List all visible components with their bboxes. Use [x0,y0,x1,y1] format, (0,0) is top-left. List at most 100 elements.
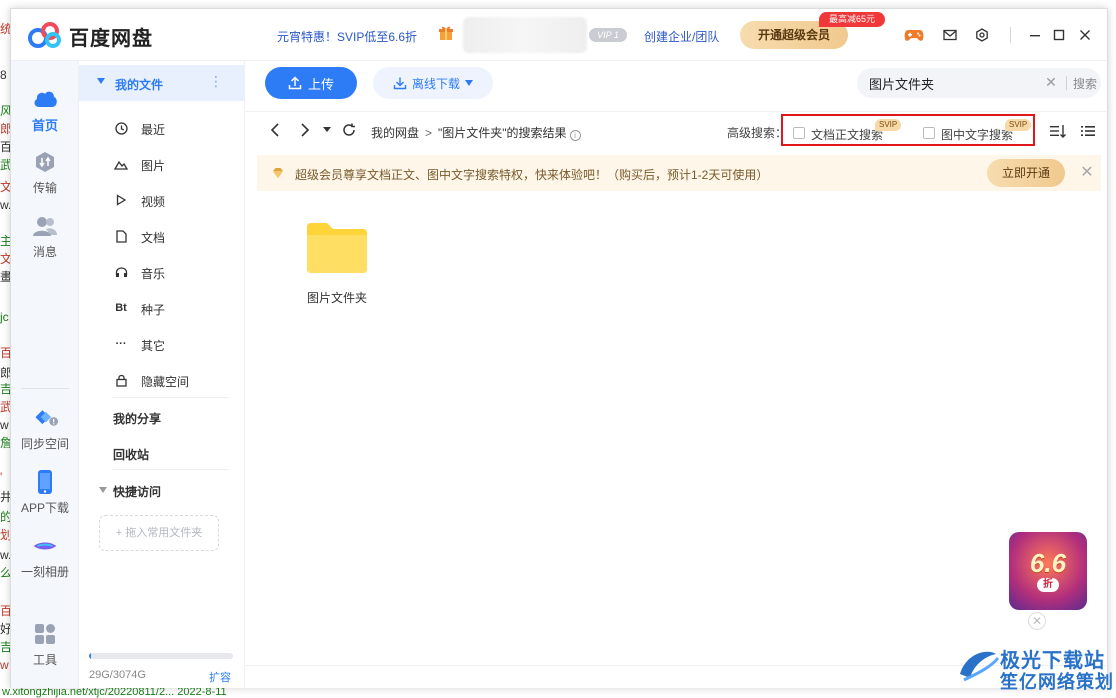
offline-download-label: 离线下载 [411,76,460,91]
expand-storage-link[interactable]: 扩容 [209,669,231,685]
upload-icon [288,76,302,90]
open-now-button[interactable]: 立即开通 [987,159,1065,187]
breadcrumb-root[interactable]: 我的网盘 [371,126,419,140]
file-category-sidebar: 我的文件 ⋮ 最近 图片 视频 文档 音乐 Bt 种子 ··· 其它 隐藏空间 … [79,61,245,688]
nav-sync-space[interactable]: 同步空间 [11,405,79,452]
svip-discount-badge: 最高减65元 [819,12,885,27]
info-icon[interactable]: i [569,130,581,141]
sidebar-item-music[interactable]: 音乐 [113,262,233,282]
sidebar-item-videos[interactable]: 视频 [113,190,233,210]
drag-folder-dropzone[interactable]: + 拖入常用文件夹 [99,515,219,551]
promo-link[interactable]: 元宵特惠！SVIP低至6.6折 [277,28,417,45]
ocr-search-option[interactable]: 图中文字搜索 SVIP [923,119,1033,142]
nav-tools-label: 工具 [32,653,57,667]
sidebar-my-share[interactable]: 我的分享 [113,410,161,427]
primary-nav: 首页 传输 消息 同步空间 APP下载 一刻相册 工具 [11,61,79,688]
promo-close-icon[interactable]: ✕ [1028,612,1046,630]
nav-album[interactable]: 一刻相册 [11,533,79,580]
headphones-icon [113,264,129,280]
minimize-button[interactable] [1025,25,1045,45]
lock-icon [113,372,129,388]
fulltext-search-label: 文档正文搜索 [811,128,884,142]
sidebar-divider [113,469,229,470]
sidebar-recycle-bin[interactable]: 回收站 [113,446,149,463]
sidebar-item-label: 音乐 [141,267,166,281]
sort-icon[interactable] [1049,122,1067,140]
sidebar-item-label: 图片 [141,159,166,173]
watermark-logo [960,651,1000,682]
sidebar-item-recent[interactable]: 最近 [113,118,233,138]
fulltext-search-option[interactable]: 文档正文搜索 SVIP [793,119,913,142]
watermark: 极光下载站 笙亿网络策划 [956,640,1113,692]
sync-space-icon [32,405,58,431]
search-button[interactable]: 搜索 [1073,75,1097,92]
list-view-icon[interactable] [1079,122,1097,140]
search-input[interactable] [869,73,1039,93]
sidebar-item-label: 隐藏空间 [141,375,190,389]
expand-caret-icon[interactable] [99,487,107,493]
ocr-search-checkbox[interactable] [923,127,935,139]
phone-icon [32,469,58,495]
forward-arrow-icon[interactable] [297,122,313,138]
sidebar-item-label: 其它 [141,339,166,353]
upload-button[interactable]: 上传 [265,67,357,99]
cloud-icon [32,85,58,111]
breadcrumb-separator: > [425,126,433,140]
sidebar-item-documents[interactable]: 文档 [113,226,233,246]
nav-transfer-label: 传输 [32,181,57,195]
breadcrumb-current: "图片文件夹"的搜索结果 [438,126,567,140]
history-caret-icon[interactable] [319,122,335,138]
nav-transfer[interactable]: 传输 [11,149,79,196]
svip-tag: SVIP [875,119,902,131]
baidu-netdisk-logo [28,22,61,48]
nav-app-download[interactable]: APP下载 [11,469,79,516]
sidebar-item-torrents[interactable]: Bt 种子 [113,298,233,318]
promo-unit: 折 [1037,578,1059,592]
gift-icon[interactable] [438,25,454,41]
play-icon [113,192,129,208]
fulltext-search-checkbox[interactable] [793,127,805,139]
back-arrow-icon[interactable] [267,122,283,138]
diamond-icon [273,168,283,178]
clear-search-icon[interactable]: ✕ [1043,74,1059,90]
nav-app-label: APP下载 [20,501,69,515]
floating-discount-promo[interactable]: 6.6 折 [1009,532,1087,610]
search-divider [1066,76,1067,90]
upload-label: 上传 [307,76,334,92]
banner-text: 超级会员尊享文档正文、图中文字搜索特权，快来体验吧！（购买后，预计1-2天可使用… [295,168,769,182]
nav-home[interactable]: 首页 [11,85,79,134]
mail-icon[interactable] [940,25,960,45]
sidebar-item-label: 种子 [141,303,166,317]
banner-close-icon[interactable]: ✕ [1079,165,1095,181]
sidebar-item-other[interactable]: ··· 其它 [113,334,233,354]
advanced-search-highlight: 文档正文搜索 SVIP 图中文字搜索 SVIP [781,114,1035,146]
transfer-icon [32,149,58,175]
sidebar-item-label: 最近 [141,123,166,137]
file-item[interactable]: 图片文件夹 [291,211,381,311]
nav-messages[interactable]: 消息 [11,213,79,260]
settings-icon[interactable] [972,25,992,45]
sidebar-item-hidden-space[interactable]: 隐藏空间 [113,370,233,390]
sidebar-divider [113,397,229,398]
sidebar-item-images[interactable]: 图片 [113,154,233,174]
search-box: ✕ 搜索 [857,68,1101,98]
create-enterprise-link[interactable]: 创建企业/团队 [644,28,719,45]
title-bar: 百度网盘 元宵特惠！SVIP低至6.6折 VIP 1 创建企业/团队 开通超级会… [11,9,1107,61]
folder-icon [307,223,367,273]
expand-caret-icon[interactable] [97,78,105,84]
username-blurred[interactable] [463,17,587,53]
close-button[interactable] [1075,25,1095,45]
nav-tools[interactable]: 工具 [11,621,79,668]
tools-grid-icon [32,621,58,647]
refresh-icon[interactable] [341,122,357,138]
maximize-button[interactable] [1049,25,1069,45]
sidebar-item-label: 视频 [141,195,166,209]
sidebar-quick-access[interactable]: 快捷访问 [99,483,161,500]
sidebar-my-files[interactable]: 我的文件 ⋮ [79,65,244,101]
dropdown-caret-icon [465,80,473,86]
bt-icon: Bt [115,302,127,314]
more-options-icon[interactable]: ⋮ [209,73,223,90]
offline-download-button[interactable]: 离线下载 [373,67,493,99]
document-icon [113,228,129,244]
gamepad-icon[interactable] [904,25,924,45]
